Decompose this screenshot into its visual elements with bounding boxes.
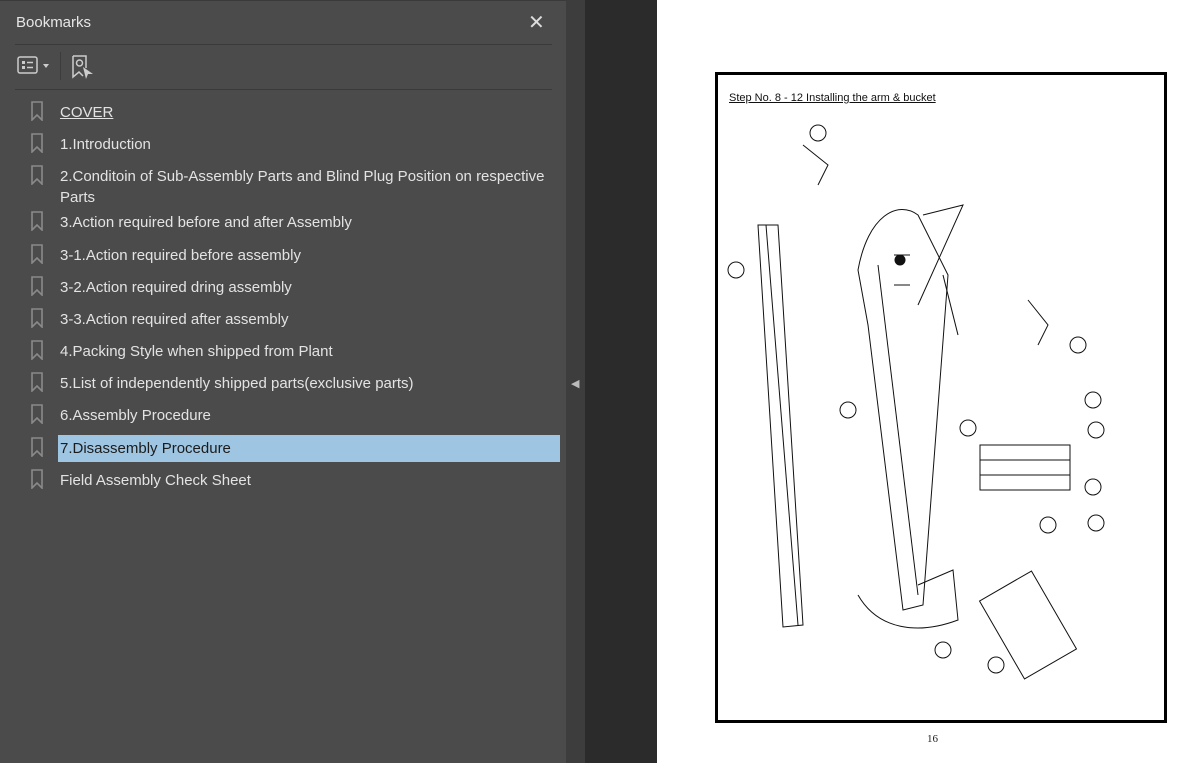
bookmark-icon — [30, 242, 58, 269]
bookmark-icon — [30, 131, 58, 158]
bookmark-item[interactable]: Field Assembly Check Sheet — [30, 467, 560, 494]
bookmark-item[interactable]: 3-2.Action required dring assembly — [30, 274, 560, 301]
bookmark-icon — [30, 402, 58, 429]
bookmark-label: 4.Packing Style when shipped from Plant — [60, 343, 333, 360]
bookmark-label: 7.Disassembly Procedure — [58, 435, 560, 462]
bookmark-icon — [30, 274, 58, 301]
bookmark-label: 5.List of independently shipped parts(ex… — [60, 375, 414, 392]
divider — [15, 89, 552, 90]
bookmark-icon — [30, 370, 58, 397]
bookmark-icon — [30, 306, 58, 333]
bookmark-label: 1.Introduction — [60, 136, 151, 153]
bookmark-label: Field Assembly Check Sheet — [60, 472, 251, 489]
collapse-panel-icon[interactable]: ◀ — [571, 377, 579, 390]
bookmark-item[interactable]: 3-3.Action required after assembly — [30, 306, 560, 333]
bookmark-item[interactable]: 7.Disassembly Procedure — [30, 435, 560, 462]
bookmark-label: COVER — [60, 104, 114, 121]
bookmark-label: 3-3.Action required after assembly — [60, 311, 289, 328]
technical-drawing — [727, 124, 1105, 680]
divider — [15, 44, 552, 45]
bookmark-item[interactable]: COVER — [30, 99, 560, 126]
toolbar-separator — [60, 52, 61, 80]
bookmark-item[interactable]: 5.List of independently shipped parts(ex… — [30, 370, 560, 397]
bookmark-item[interactable]: 2.Conditoin of Sub-Assembly Parts and Bl… — [30, 163, 560, 211]
add-bookmark-icon — [72, 55, 93, 79]
bookmark-label: 3-2.Action required dring assembly — [60, 279, 292, 296]
bookmarks-panel: Bookmarks ✕ COVER 1.Introduction 2.Condito… — [0, 0, 566, 763]
bookmark-item[interactable]: 3.Action required before and after Assem… — [30, 209, 560, 236]
bookmark-icon — [30, 338, 58, 365]
list-options-icon — [17, 56, 49, 74]
pdf-page: Step No. 8 - 12 Installing the arm & buc… — [657, 0, 1200, 763]
bookmark-item[interactable]: 6.Assembly Procedure — [30, 402, 560, 429]
bookmark-item[interactable]: 3-1.Action required before assembly — [30, 242, 560, 269]
bookmark-label: 6.Assembly Procedure — [60, 407, 211, 424]
bookmark-icon — [30, 99, 58, 126]
bookmark-icon — [30, 163, 58, 190]
bookmark-icon — [30, 467, 58, 494]
bookmark-label: 3.Action required before and after Assem… — [60, 214, 352, 231]
close-icon[interactable]: ✕ — [528, 10, 545, 35]
bookmark-item[interactable]: 1.Introduction — [30, 131, 560, 158]
add-bookmark-button[interactable] — [70, 54, 96, 80]
options-button[interactable] — [17, 56, 53, 76]
bookmark-label: 2.Conditoin of Sub-Assembly Parts and Bl… — [60, 168, 545, 206]
bookmark-label: 3-1.Action required before assembly — [60, 247, 301, 264]
panel-title: Bookmarks — [16, 14, 92, 31]
bookmark-icon — [30, 435, 58, 462]
bookmark-icon — [30, 209, 58, 236]
drawing-frame: Step No. 8 - 12 Installing the arm & buc… — [715, 72, 1167, 723]
bookmark-item[interactable]: 4.Packing Style when shipped from Plant — [30, 338, 560, 365]
page-number: 16 — [927, 733, 938, 745]
